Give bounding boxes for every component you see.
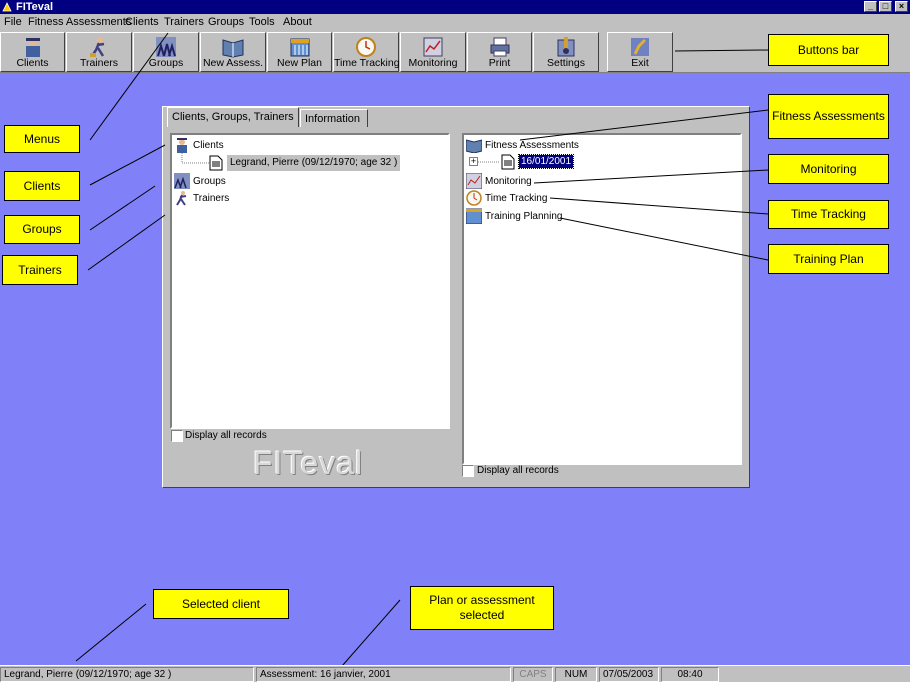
callout-time-tracking: Time Tracking: [768, 200, 889, 229]
menu-bar: File Fitness Assessments Clients Trainer…: [0, 14, 910, 30]
tree-connector: [478, 161, 500, 163]
status-date: 07/05/2003: [599, 667, 659, 682]
monitoring-button[interactable]: Monitoring: [400, 32, 466, 72]
callout-menus: Menus: [4, 125, 80, 153]
left-tree[interactable]: Clients Legrand, Pierre (09/12/1970; age…: [170, 133, 450, 429]
tree-connector: [181, 153, 209, 164]
title-bar: FITeval _ □ ×: [0, 0, 910, 14]
book-icon: [222, 39, 244, 58]
clients-button[interactable]: Clients: [0, 32, 65, 72]
monitor-icon: [423, 37, 443, 57]
trainer-icon: [90, 37, 105, 57]
tree-node-training-planning[interactable]: Training Planning: [485, 210, 562, 223]
tree-node-monitoring[interactable]: Monitoring: [485, 175, 532, 188]
settings-button[interactable]: Settings: [533, 32, 599, 72]
new-plan-button[interactable]: New Plan: [267, 32, 332, 72]
client-icon: [177, 138, 187, 153]
menu-clients[interactable]: Clients: [125, 15, 159, 29]
callout-fitness-assessments: Fitness Assessments: [768, 94, 889, 139]
callout-trainers: Trainers: [2, 255, 78, 285]
close-button[interactable]: ×: [895, 1, 908, 12]
tree-node-groups[interactable]: Groups: [193, 175, 226, 188]
right-tree[interactable]: Fitness Assessments + 16/01/2001 Monitor…: [462, 133, 742, 465]
display-all-records-label-left: Display all records: [185, 430, 267, 441]
tree-node-trainers[interactable]: Trainers: [193, 192, 229, 205]
callout-training-plan: Training Plan: [768, 244, 889, 274]
book-icon: [466, 139, 482, 153]
trainers-button[interactable]: Trainers: [66, 32, 132, 72]
restore-button[interactable]: □: [879, 1, 892, 12]
tree-node-time-tracking[interactable]: Time Tracking: [485, 192, 547, 205]
trainer-icon: [176, 191, 187, 206]
menu-about[interactable]: About: [283, 15, 312, 29]
status-assessment: Assessment: 16 janvier, 2001: [256, 667, 511, 682]
callout-monitoring: Monitoring: [768, 154, 889, 184]
main-dialog: Clients, Groups, Trainers Information Cl…: [162, 106, 750, 488]
print-button[interactable]: Print: [467, 32, 532, 72]
status-time: 08:40: [661, 667, 719, 682]
tree-node-clients[interactable]: Clients: [193, 139, 224, 152]
callout-clients: Clients: [4, 171, 80, 201]
fiteval-logo: FITeval: [253, 445, 364, 481]
settings-icon: [557, 37, 575, 57]
groups-button[interactable]: Groups: [133, 32, 199, 72]
new-assessment-button-label: New Assess.: [202, 57, 264, 69]
status-num: NUM: [555, 667, 597, 682]
clock-icon: [466, 190, 482, 206]
status-selected-client: Legrand, Pierre (09/12/1970; age 32 ): [0, 667, 254, 682]
calendar-icon: [466, 208, 482, 224]
printer-icon: [490, 37, 509, 57]
monitoring-button-label: Monitoring: [408, 57, 458, 69]
clock-icon: [356, 37, 376, 57]
print-button-label: Print: [488, 57, 511, 69]
calendar-icon: [290, 38, 309, 57]
expand-icon[interactable]: +: [469, 157, 478, 166]
menu-groups[interactable]: Groups: [208, 15, 244, 29]
menu-tools[interactable]: Tools: [249, 15, 275, 29]
exit-button[interactable]: Exit: [607, 32, 673, 72]
display-all-records-checkbox-right[interactable]: [462, 465, 474, 477]
menu-trainers[interactable]: Trainers: [164, 15, 204, 29]
new-plan-button-label: New Plan: [277, 57, 322, 69]
minimize-button[interactable]: _: [864, 1, 877, 12]
groups-icon: [156, 37, 176, 57]
callout-groups: Groups: [4, 215, 80, 244]
monitor-icon: [466, 173, 482, 189]
callout-buttons-bar: Buttons bar: [768, 34, 889, 66]
exit-button-label: Exit: [631, 57, 649, 69]
settings-button-label: Settings: [547, 57, 585, 69]
window-title: FITeval: [16, 1, 54, 13]
exit-icon: [631, 38, 649, 56]
menu-file[interactable]: File: [4, 15, 22, 29]
status-bar: Legrand, Pierre (09/12/1970; age 32 ) As…: [0, 665, 910, 682]
app-icon: [2, 2, 12, 12]
tree-node-selected-client[interactable]: Legrand, Pierre (09/12/1970; age 32 ): [227, 155, 401, 171]
status-caps: CAPS: [513, 667, 553, 682]
display-all-records-checkbox-left[interactable]: [171, 430, 183, 442]
groups-button-label: Groups: [148, 57, 184, 69]
time-tracking-button[interactable]: Time Tracking: [333, 32, 400, 72]
tree-node-fitness-assessments[interactable]: Fitness Assessments: [485, 139, 579, 152]
menu-fitness-assessments[interactable]: Fitness Assessments: [28, 15, 131, 29]
time-tracking-button-label: Time Tracking: [334, 57, 400, 69]
trainers-button-label: Trainers: [79, 57, 119, 69]
document-icon: [209, 155, 223, 171]
callout-plan-or-assessment-selected: Plan or assessment selected: [410, 586, 554, 630]
callout-selected-client: Selected client: [153, 589, 289, 619]
new-assessment-button[interactable]: New Assess.: [200, 32, 266, 72]
client-icon: [25, 38, 40, 57]
document-icon: [501, 154, 515, 170]
groups-icon: [174, 173, 190, 189]
tab-clients-groups-trainers[interactable]: Clients, Groups, Trainers: [167, 107, 299, 127]
tree-node-assessment-date[interactable]: 16/01/2001: [517, 154, 575, 169]
display-all-records-label-right: Display all records: [477, 465, 559, 476]
clients-button-label: Clients: [16, 57, 49, 69]
tab-information[interactable]: Information: [300, 109, 368, 127]
